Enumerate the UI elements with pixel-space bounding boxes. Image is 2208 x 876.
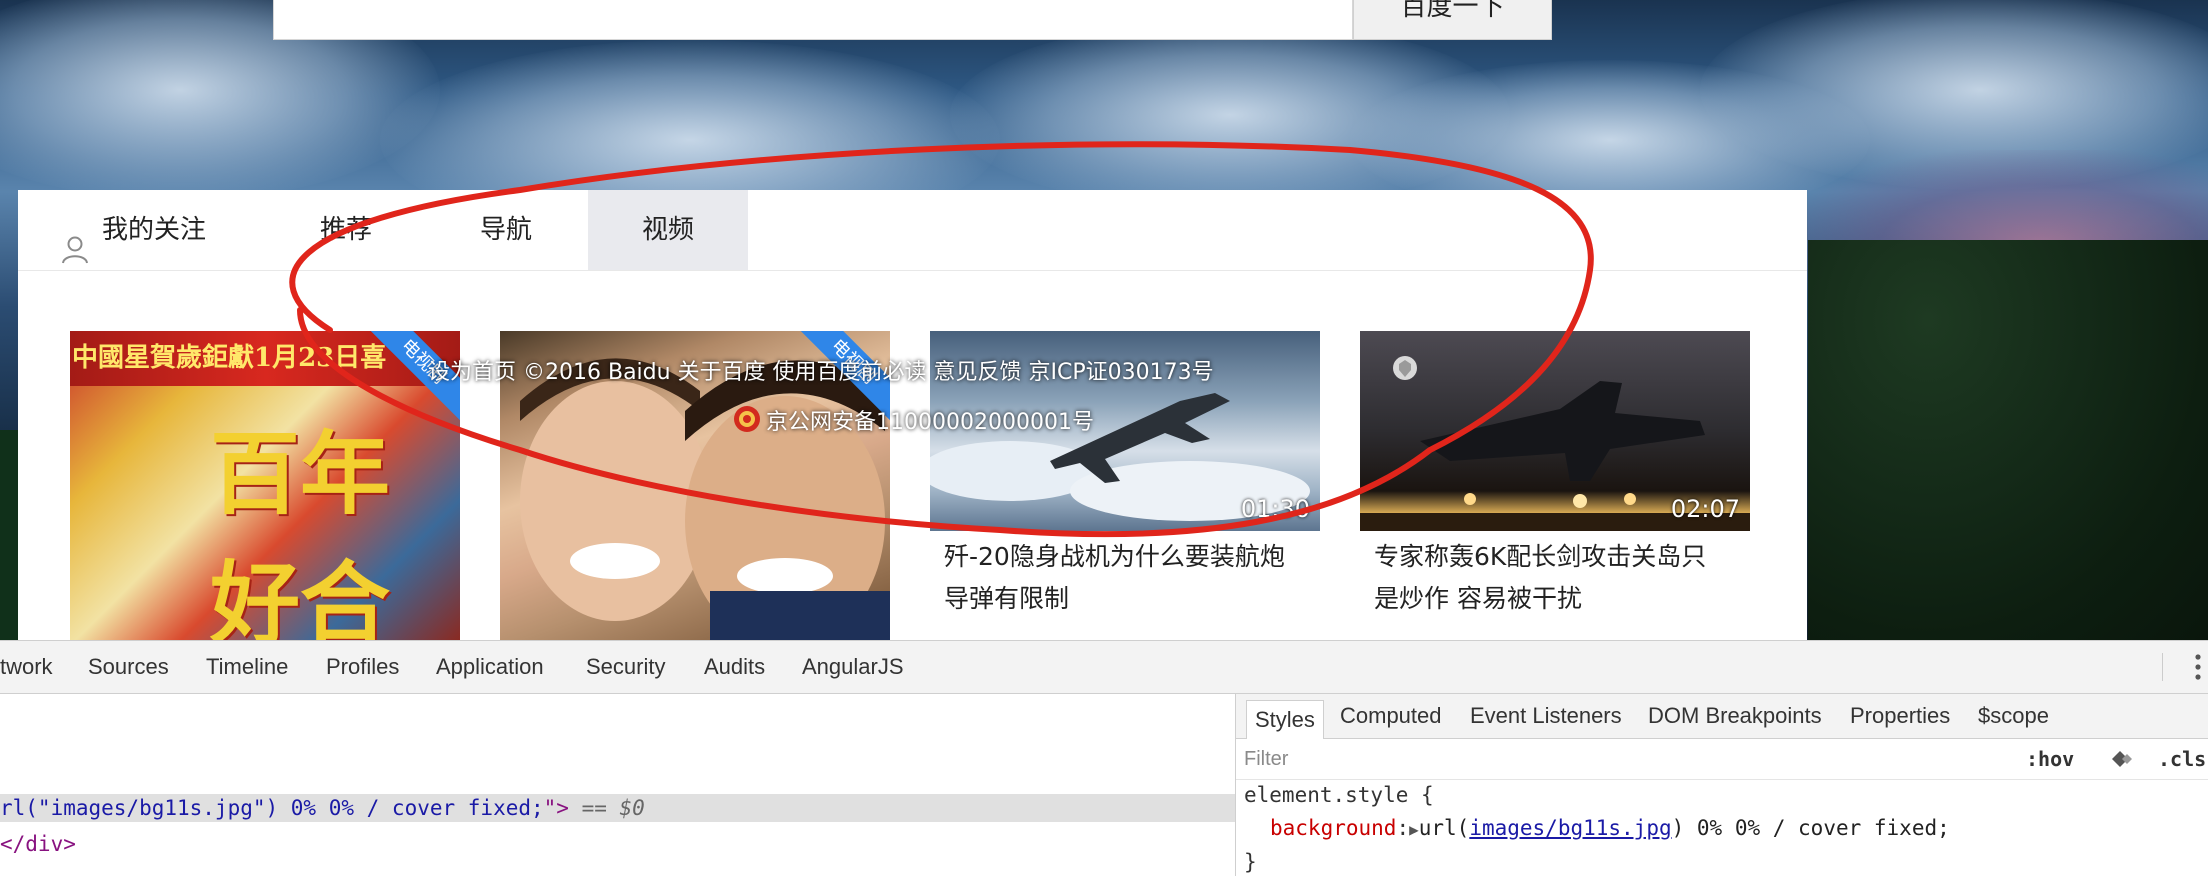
css-rule-close: } bbox=[1244, 850, 1257, 874]
more-options-icon[interactable] bbox=[2188, 651, 2208, 683]
devtools-toolbar: twork Sources Timeline Profiles Applicat… bbox=[0, 641, 2208, 694]
devtools-tab-network[interactable]: twork bbox=[0, 641, 53, 693]
video-duration: 01:30 bbox=[1240, 495, 1310, 523]
devtools-tab-timeline[interactable]: Timeline bbox=[206, 641, 288, 693]
selected-node-line[interactable]: rl("images/bg11s.jpg") 0% 0% / cover fix… bbox=[0, 794, 645, 822]
tab-computed[interactable]: Computed bbox=[1332, 694, 1450, 738]
icp-shield-icon bbox=[1391, 354, 1419, 386]
video-card-1-thumbnail[interactable]: 中國星賀歲鉅獻1月23日喜 百年好合 电视剧 bbox=[70, 331, 460, 640]
devtools-tab-profiles[interactable]: Profiles bbox=[326, 641, 399, 693]
tab-video[interactable]: 视频 bbox=[588, 190, 748, 270]
devtools-tab-audits[interactable]: Audits bbox=[704, 641, 765, 693]
filter-row: Filter :hov .cls bbox=[1236, 739, 2208, 780]
css-value-suffix: ) 0% 0% / cover fixed; bbox=[1671, 816, 1950, 840]
public-security-record[interactable]: 京公网安备11000002000001号 bbox=[766, 404, 1094, 436]
tab-bar: 我的关注 推荐 导航 视频 bbox=[18, 190, 1807, 271]
css-colon: : bbox=[1396, 816, 1410, 840]
tab-navigation[interactable]: 导航 bbox=[480, 190, 532, 270]
hov-toggle[interactable]: :hov bbox=[2026, 739, 2074, 779]
css-property-name: background bbox=[1270, 816, 1397, 840]
video-title-line: 是炒作 容易被干扰 bbox=[1374, 584, 1582, 613]
elements-pane[interactable]: rl("images/bg11s.jpg") 0% 0% / cover fix… bbox=[0, 694, 1235, 876]
cls-toggle[interactable]: .cls bbox=[2158, 739, 2206, 779]
search-input[interactable] bbox=[273, 0, 1353, 40]
tab-event-listeners[interactable]: Event Listeners bbox=[1462, 694, 1630, 738]
search-button[interactable]: 百度一下 bbox=[1353, 0, 1552, 40]
tab-recommend[interactable]: 推荐 bbox=[320, 190, 372, 270]
user-icon bbox=[60, 216, 90, 263]
tag-bracket: "> bbox=[543, 796, 569, 820]
styles-tab-bar: Styles Computed Event Listeners DOM Brea… bbox=[1236, 694, 2208, 739]
devtools-tab-angularjs[interactable]: AngularJS bbox=[802, 641, 904, 693]
element-state-icon[interactable] bbox=[2108, 749, 2134, 769]
police-badge-icon bbox=[732, 404, 762, 438]
expand-triangle-icon[interactable]: ▶ bbox=[1409, 820, 1419, 839]
css-declaration[interactable]: background:▶url(images/bg11s.jpg) 0% 0% … bbox=[1270, 816, 1950, 840]
poster-title: 百年好合 bbox=[210, 421, 390, 640]
tab-dom-breakpoints[interactable]: DOM Breakpoints bbox=[1640, 694, 1830, 738]
video-duration: 02:07 bbox=[1670, 495, 1740, 523]
styles-sidebar: Styles Computed Event Listeners DOM Brea… bbox=[1236, 694, 2208, 876]
styles-filter-input[interactable]: Filter bbox=[1244, 739, 1744, 779]
tab-my-follow-label: 我的关注 bbox=[102, 215, 207, 245]
tab-properties[interactable]: Properties bbox=[1842, 694, 1958, 738]
video-card-3-title[interactable]: 歼-20隐身战机为什么要装航炮 导弹有限制 bbox=[944, 536, 1314, 620]
footer-links[interactable]: 设为首页 ©2016 Baidu 关于百度 使用百度前必读 意见反馈 京ICP证… bbox=[428, 354, 1214, 386]
video-card-4-title[interactable]: 专家称轰6K配长剑攻击关岛只 是炒作 容易被干扰 bbox=[1374, 536, 1744, 620]
devtools-tab-application[interactable]: Application bbox=[436, 641, 544, 693]
css-rule-selector[interactable]: element.style { bbox=[1244, 783, 1434, 807]
css-url-link[interactable]: images/bg11s.jpg bbox=[1469, 816, 1671, 840]
video-title-line: 导弹有限制 bbox=[944, 584, 1070, 613]
attr-value: rl("images/bg11s.jpg") 0% 0% / cover fix… bbox=[0, 796, 544, 820]
console-ref: == $0 bbox=[568, 796, 645, 820]
devtools-tab-sources[interactable]: Sources bbox=[88, 641, 169, 693]
tab-scope[interactable]: $scope bbox=[1970, 694, 2057, 738]
tab-styles[interactable]: Styles bbox=[1246, 700, 1324, 739]
tab-my-follow[interactable]: 我的关注 bbox=[60, 190, 226, 270]
css-value-prefix: url( bbox=[1418, 816, 1470, 840]
video-title-line: 专家称轰6K配长剑攻击关岛只 bbox=[1374, 542, 1707, 571]
devtools-panel: twork Sources Timeline Profiles Applicat… bbox=[0, 640, 2208, 876]
video-title-line: 歼-20隐身战机为什么要装航炮 bbox=[944, 542, 1285, 571]
closing-div-tag[interactable]: </div> bbox=[0, 830, 76, 858]
devtools-tab-security[interactable]: Security bbox=[586, 641, 665, 693]
